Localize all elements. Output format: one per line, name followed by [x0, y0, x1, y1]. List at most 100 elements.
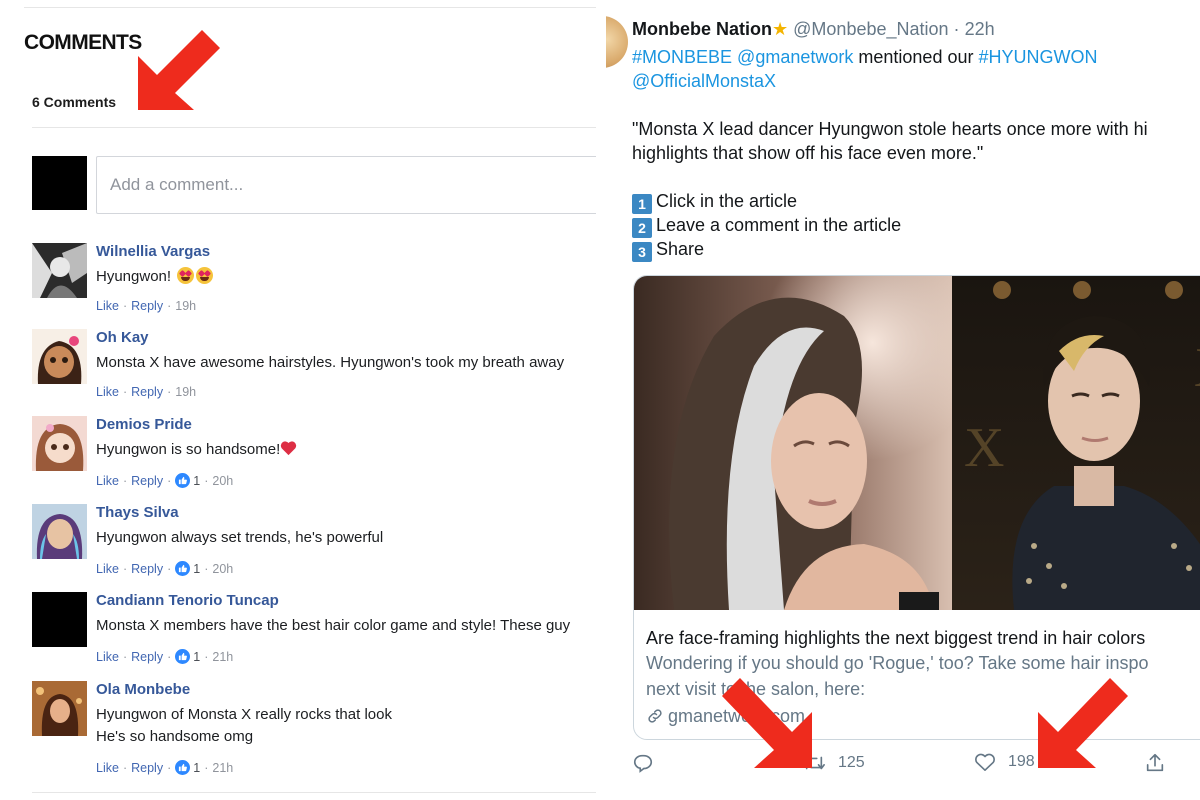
composer-avatar [32, 156, 87, 210]
mention-link[interactable]: @gmanetwork [737, 47, 853, 67]
like-count: 198 [1008, 753, 1035, 770]
hashtag-link[interactable]: #MONBEBE [632, 47, 732, 67]
share-icon [1146, 753, 1164, 772]
retweet-count: 125 [838, 754, 865, 771]
card-title[interactable]: Are face-framing highlights the next big… [646, 626, 1200, 650]
reply-button[interactable] [632, 752, 654, 774]
avatar[interactable] [32, 504, 87, 559]
avatar[interactable] [32, 681, 87, 736]
reply-icon [633, 754, 653, 773]
commenter-name[interactable]: Candiann Tenorio Tuncap [96, 592, 279, 609]
star-icon: ★ [772, 19, 789, 39]
comment-time: 21h [212, 649, 234, 664]
commenter-name[interactable]: Oh Kay [96, 329, 149, 346]
tweet-body: #MONBEBE @gmanetwork mentioned our #HYUN… [632, 45, 1200, 262]
comment-time: 20h [212, 473, 234, 488]
comment-line-1: Hyungwon of Monsta X really rocks that l… [96, 706, 392, 723]
comment-time: 19h [175, 299, 197, 313]
reply-link[interactable]: Reply [131, 650, 163, 664]
red-arrow-annotation [1038, 678, 1128, 768]
like-link[interactable]: Like [96, 562, 119, 576]
tweet-author-name[interactable]: Monbebe Nation [632, 19, 772, 39]
svg-text:X: X [1194, 337, 1200, 399]
comment-item: Oh Kay Monsta X have awesome hairstyles.… [32, 329, 596, 405]
avatar[interactable] [32, 592, 87, 647]
share-button[interactable] [1144, 752, 1166, 774]
heart-eyes-emoji [177, 267, 195, 284]
heart-icon [975, 753, 995, 771]
tweet-line: @OfficialMonstaX [632, 69, 1200, 93]
avatar[interactable] [32, 416, 87, 471]
keycap-1-icon: 1 [632, 194, 652, 214]
comment-item: Thays Silva Hyungwon always set trends, … [32, 504, 596, 580]
red-arrow-annotation [722, 678, 812, 768]
keycap-3-icon: 3 [632, 242, 652, 262]
link-icon [648, 709, 662, 723]
reply-link[interactable]: Reply [131, 385, 163, 399]
commenter-name[interactable]: Thays Silva [96, 504, 179, 521]
svg-text:X: X [964, 417, 1004, 479]
reply-link[interactable]: Reply [131, 562, 163, 576]
like-link[interactable]: Like [96, 385, 119, 399]
comment-item: Wilnellia Vargas Hyungwon! Like · Reply · … [32, 243, 596, 319]
bottom-divider [32, 792, 596, 793]
comment-meta: Like · Reply · 19h [96, 299, 197, 313]
tweet-text: mentioned our [858, 47, 974, 67]
like-count: 1 [193, 760, 201, 775]
comments-panel: COMMENTS 6 Comments Wilnellia Vargas Hyu… [0, 0, 596, 800]
comment-line-2: He's so handsome omg [96, 728, 254, 745]
avatar[interactable] [32, 329, 87, 384]
comment-body: Hyungwon! [96, 268, 172, 285]
like-count: 1 [193, 561, 201, 576]
like-link[interactable]: Like [96, 299, 119, 313]
comment-item: Candiann Tenorio Tuncap Monsta X members… [32, 592, 596, 668]
reply-link[interactable]: Reply [131, 474, 163, 488]
thumbs-up-icon [175, 760, 191, 775]
hashtag-link[interactable]: #HYUNGWON [978, 47, 1097, 67]
card-image: X X [634, 276, 1200, 610]
thumbs-up-icon [175, 649, 191, 664]
comment-text: Hyungwon! [96, 266, 214, 288]
comment-item: Demios Pride Hyungwon is so handsome! Li… [32, 416, 596, 492]
comment-time: 20h [212, 561, 234, 576]
comments-heading: COMMENTS [24, 31, 142, 54]
like-link[interactable]: Like [96, 474, 119, 488]
reply-link[interactable]: Reply [131, 299, 163, 313]
reply-link[interactable]: Reply [131, 761, 163, 775]
like-count: 1 [193, 649, 201, 664]
step-item: 3 Share [632, 237, 1200, 262]
commenter-name[interactable]: Wilnellia Vargas [96, 243, 210, 260]
link-preview-card[interactable]: X X Are face-framing highlights the next… [633, 275, 1200, 740]
tweet-line: #MONBEBE @gmanetwork mentioned our #HYUN… [632, 45, 1200, 69]
top-divider [24, 7, 596, 8]
commenter-name[interactable]: Demios Pride [96, 416, 192, 433]
add-comment-input[interactable] [96, 156, 596, 214]
avatar[interactable] [32, 243, 87, 298]
comment-time: 21h [212, 760, 234, 775]
like-link[interactable]: Like [96, 761, 119, 775]
comment-meta: Like · Reply · 19h [96, 385, 197, 399]
mention-link[interactable]: @OfficialMonstaX [632, 71, 776, 91]
separator-dot: · [953, 19, 960, 39]
tweet-header: Monbebe Nation★ @Monbebe_Nation · 22h [632, 19, 995, 40]
comment-item: Ola Monbebe Hyungwon of Monsta X really … [32, 681, 596, 781]
step-item: 1 Click in the article [632, 189, 1200, 214]
comment-meta: Like · Reply · 1 · 21h [96, 760, 234, 775]
comment-body: Hyungwon is so handsome! [96, 441, 281, 458]
commenter-name[interactable]: Ola Monbebe [96, 681, 190, 698]
tweet-time[interactable]: 22h [965, 19, 995, 39]
red-arrow-annotation [138, 30, 220, 110]
red-heart-emoji [281, 441, 297, 456]
like-link[interactable]: Like [96, 650, 119, 664]
tweet-avatar[interactable] [606, 16, 628, 68]
count-divider [32, 127, 596, 128]
like-button[interactable]: 198 [974, 752, 1035, 772]
comment-text: Hyungwon is so handsome! [96, 439, 297, 461]
tweet-handle[interactable]: @Monbebe_Nation [793, 19, 948, 39]
step-text: Click in the article [656, 191, 798, 211]
card-description: Wondering if you should go 'Rogue,' too?… [646, 653, 1149, 673]
quote-line: highlights that show off his face even m… [632, 143, 984, 163]
comment-time: 19h [175, 385, 197, 399]
